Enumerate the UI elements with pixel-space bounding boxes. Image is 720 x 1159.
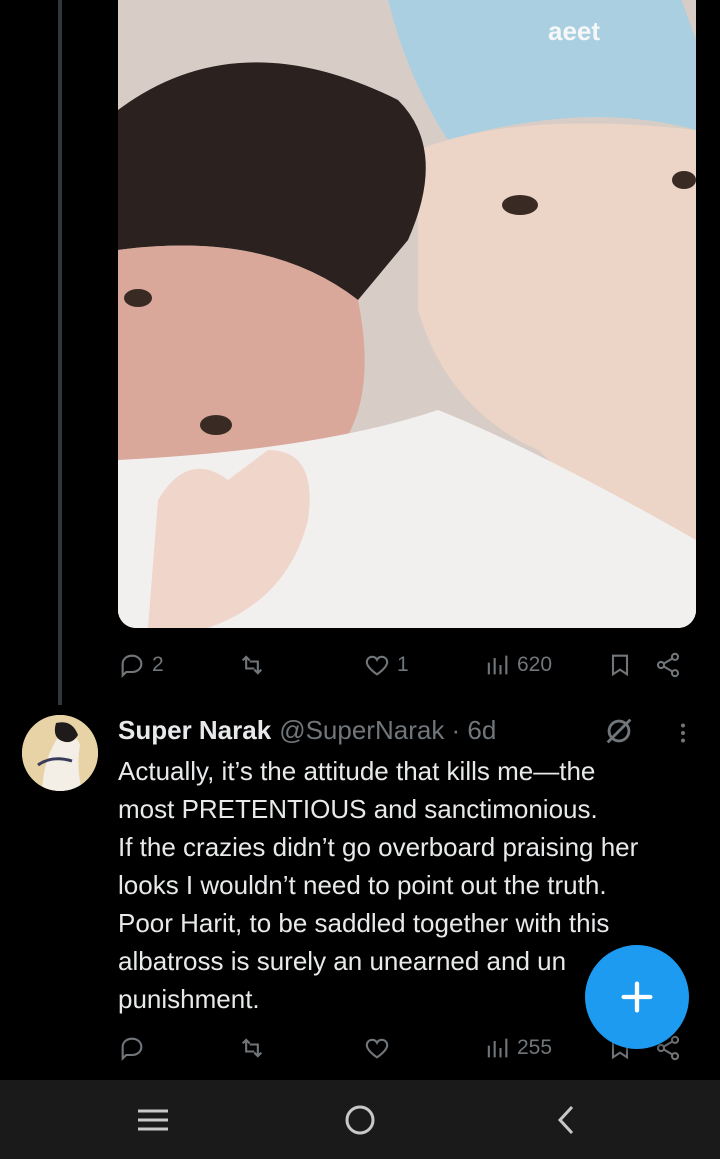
like-count: 1 [397, 653, 409, 676]
reply-button[interactable]: 2 [118, 645, 164, 685]
views-count: 255 [517, 1036, 553, 1059]
system-navigation-bar [0, 1080, 720, 1159]
more-options-button[interactable] [668, 716, 698, 750]
heart-icon [365, 1038, 389, 1059]
reply-count: 2 [152, 653, 164, 676]
speech-bubble-icon [121, 654, 143, 679]
repost-button[interactable] [238, 1028, 266, 1068]
views-button[interactable]: 620 [483, 645, 552, 685]
back-button[interactable] [542, 1100, 592, 1140]
author-name[interactable]: Super Narak [118, 715, 271, 746]
bookmark-icon [611, 654, 629, 677]
bar-chart-icon [487, 1038, 508, 1058]
menu-lines-icon [138, 1109, 168, 1131]
like-button[interactable] [363, 1028, 391, 1068]
tweet-media-photo[interactable]: aeet [118, 0, 696, 628]
share-button[interactable] [654, 645, 682, 685]
prev-post-action-bar: 2 1 620 [118, 645, 696, 685]
bookmark-button[interactable] [606, 645, 634, 685]
tweet-text-line: Poor Harit, to be saddled together with … [118, 908, 610, 938]
views-button[interactable]: 255 [483, 1028, 552, 1068]
avatar-illustration [22, 715, 98, 791]
thread-connector-line [58, 0, 62, 705]
like-button[interactable]: 1 [363, 645, 409, 685]
author-handle-time[interactable]: @SuperNarak · 6d [279, 715, 496, 746]
tweet-text-line: If the crazies didn’t go overboard prais… [118, 832, 639, 862]
cap-text: aeet [548, 16, 600, 46]
repost-icon [241, 655, 263, 675]
recent-apps-button[interactable] [128, 1100, 178, 1140]
tweet-text-line: looks I wouldn’t need to point out the t… [118, 870, 607, 900]
more-vertical-icon [681, 723, 685, 743]
grok-button[interactable] [602, 714, 636, 748]
tweet-text-line: most PRETENTIOUS and sanctimonious. [118, 794, 598, 824]
tweet-text-line: Actually, it’s the attitude that kills m… [118, 756, 596, 786]
home-button[interactable] [335, 1100, 385, 1140]
compose-button[interactable] [585, 945, 689, 1049]
reply-button[interactable] [118, 1028, 146, 1068]
chevron-left-icon [557, 1105, 574, 1135]
share-icon [656, 652, 680, 678]
heart-icon [365, 655, 389, 676]
avatar[interactable] [22, 715, 98, 791]
photo-illustration: aeet [118, 0, 696, 628]
grok-icon [606, 718, 632, 744]
views-count: 620 [517, 653, 553, 676]
plus-icon [621, 981, 653, 1013]
bar-chart-icon [487, 655, 508, 675]
home-circle-icon [345, 1105, 375, 1135]
speech-bubble-icon [121, 1037, 143, 1062]
repost-button[interactable] [238, 645, 266, 685]
repost-icon [241, 1038, 263, 1058]
